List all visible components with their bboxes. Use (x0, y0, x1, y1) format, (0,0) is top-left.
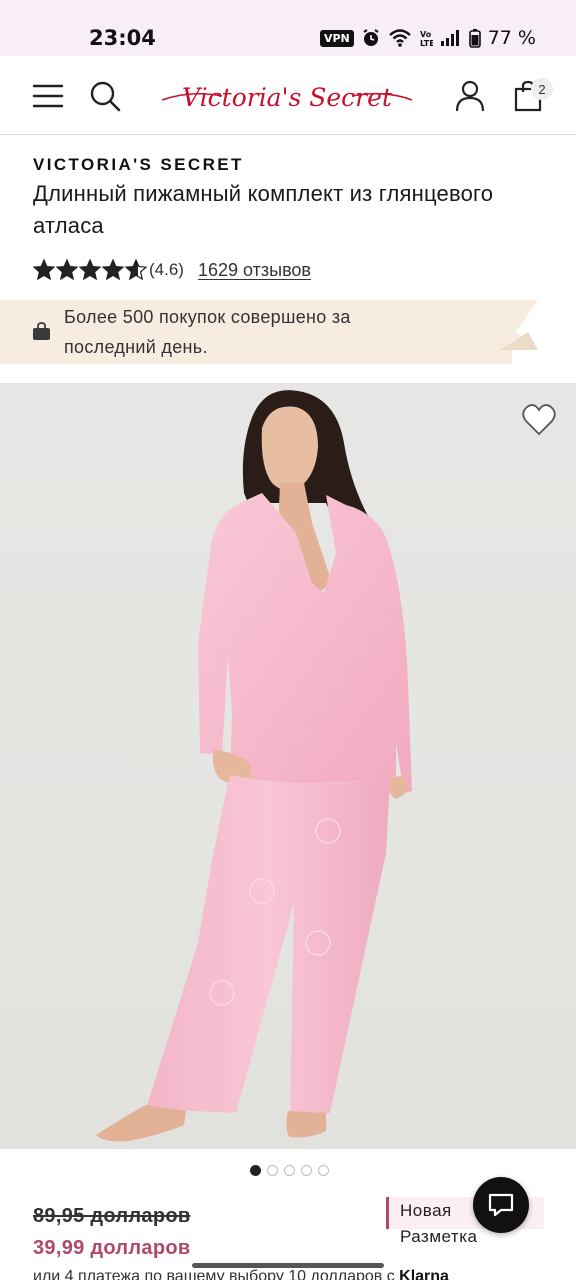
product-brand: VICTORIA'S SECRET (33, 155, 244, 174)
carousel-dot[interactable] (250, 1165, 261, 1176)
product-image[interactable] (0, 383, 576, 1149)
carousel-dot[interactable] (318, 1165, 329, 1176)
alarm-icon (363, 29, 379, 46)
carousel-dots (250, 1165, 329, 1176)
carousel-dot[interactable] (301, 1165, 312, 1176)
battery-level: 77 % (487, 27, 536, 49)
wifi-icon (388, 29, 411, 47)
svg-text:Vo: Vo (420, 30, 432, 39)
bag-count-badge: 2 (531, 78, 553, 100)
menu-icon (32, 84, 64, 108)
wishlist-button[interactable] (521, 402, 557, 438)
logo-wordmark: Victoria's Secret (161, 83, 413, 112)
carousel-dot[interactable] (267, 1165, 278, 1176)
reviews-link[interactable]: 1629 отзывов (198, 260, 311, 281)
rating-value: (4.6) (149, 260, 184, 279)
product-title: Длинный пижамный комплект из глянцевого … (33, 181, 494, 238)
rating-row: (4.6) 1629 отзывов (33, 257, 311, 283)
chat-button[interactable] (473, 1177, 529, 1233)
carousel-dot[interactable] (284, 1165, 295, 1176)
promo-banner-tail (500, 300, 538, 350)
battery-icon (468, 29, 481, 48)
status-bar: 23:04 VPN Vo LTE 77 % (0, 0, 576, 56)
vpn-icon: VPN (319, 29, 354, 47)
shopping-bag-icon (33, 322, 50, 340)
old-price: 89,95 долларов (33, 1205, 191, 1227)
account-icon (455, 80, 485, 112)
star-icon (102, 259, 124, 281)
rating-stars (33, 259, 147, 281)
heart-icon (522, 404, 556, 436)
search-button[interactable] (85, 76, 125, 116)
promo-text: Более 500 покупок совершено за последний… (64, 307, 351, 357)
menu-button[interactable] (28, 76, 68, 116)
tag-line-markdown: Разметка (400, 1227, 478, 1246)
logo-text: Victoria's Secret (182, 83, 393, 112)
star-icon (79, 259, 101, 281)
home-indicator[interactable] (192, 1263, 384, 1268)
site-header: Victoria's Secret (0, 56, 576, 135)
klarna-installments[interactable]: или 4 платежа по вашему выбору 10 доллар… (33, 1268, 533, 1280)
klarna-text: или 4 платежа по вашему выбору 10 доллар… (33, 1268, 400, 1280)
chat-icon (488, 1193, 514, 1217)
brand-logo[interactable]: Victoria's Secret (160, 74, 415, 118)
star-icon (125, 259, 147, 281)
volte-icon: Vo LTE (420, 30, 433, 48)
sale-price: 39,99 долларов (33, 1237, 191, 1259)
tag-line-new: Новая (400, 1201, 452, 1220)
status-time: 23:04 (89, 26, 156, 50)
model-illustration (96, 390, 412, 1142)
signal-icon (440, 30, 459, 46)
account-button[interactable] (450, 76, 490, 116)
svg-text:LTE: LTE (420, 39, 433, 48)
star-icon (56, 259, 78, 281)
status-icons: VPN Vo LTE 77 % (319, 26, 536, 50)
klarna-brand: Klarna (399, 1268, 449, 1280)
search-icon (90, 81, 121, 112)
star-icon (33, 259, 55, 281)
